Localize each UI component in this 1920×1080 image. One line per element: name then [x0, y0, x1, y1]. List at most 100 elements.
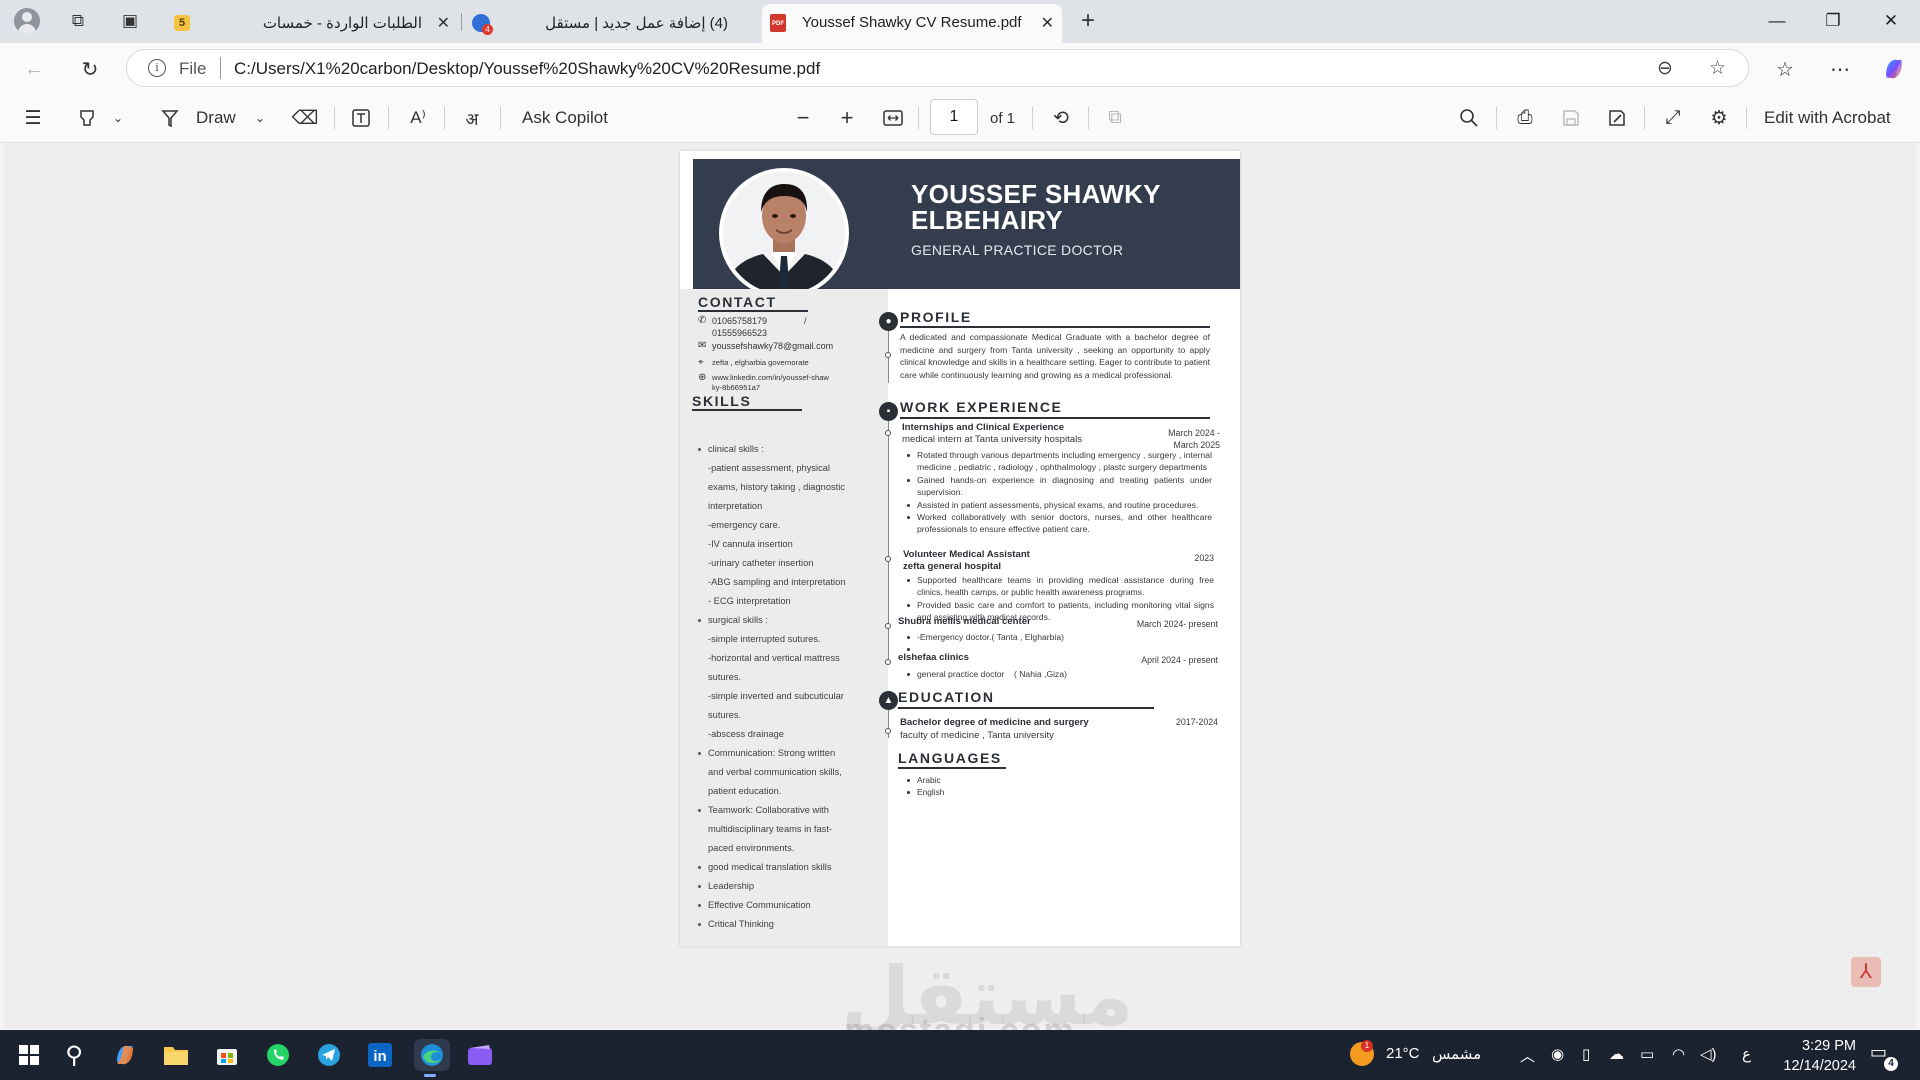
save-as-icon[interactable] [1604, 105, 1630, 131]
fullscreen-icon[interactable]: ⤢ [1660, 105, 1686, 131]
url-text[interactable]: C:/Users/X1%20carbon/Desktop/Youssef%20S… [234, 59, 820, 79]
read-aloud-icon[interactable]: A⁾ [404, 105, 432, 131]
email-icon: ✉ [698, 340, 707, 351]
show-hidden-icons-chevron-icon[interactable]: ︿ [1520, 1045, 1535, 1066]
contact-heading: CONTACT [698, 294, 777, 310]
onedrive-cloud-icon[interactable]: ☁ [1609, 1045, 1624, 1063]
text-box-icon[interactable] [348, 105, 374, 131]
device-icon[interactable]: ▯ [1582, 1045, 1590, 1063]
save-icon[interactable] [1558, 105, 1584, 131]
skill-item: paced environments. [708, 843, 795, 853]
more-menu-icon[interactable]: ⋯ [1826, 55, 1854, 83]
education-degree: Bachelor degree of medicine and surgery [900, 717, 1089, 728]
job-bullet: Gained hands-on experience in diagnosing… [902, 474, 1212, 499]
briefcase-icon: ▪ [879, 402, 898, 421]
zoom-icon[interactable]: ⊖ [1657, 57, 1673, 80]
wifi-icon[interactable]: ◠ [1672, 1045, 1685, 1063]
search-icon[interactable]: ⚲ [58, 1039, 90, 1071]
weather-temp[interactable]: 21°C [1386, 1045, 1420, 1062]
skill-item: interpretation [708, 501, 763, 511]
tab-mostaql[interactable]: (4) إضافة عمل جديد | مستقل [464, 4, 758, 43]
svg-text:in: in [373, 1048, 386, 1065]
highlight-icon[interactable] [74, 105, 100, 131]
zoom-out-icon[interactable]: − [790, 105, 816, 131]
page-view-icon[interactable]: ⧉ [1102, 105, 1128, 131]
copilot-icon[interactable] [1880, 55, 1908, 83]
job-title: elshefaa clinics [898, 652, 969, 663]
heading-underline [900, 326, 1210, 328]
page-count-label: of 1 [990, 109, 1016, 127]
close-tab-icon[interactable]: ✕ [437, 13, 450, 33]
draw-dropdown-icon[interactable]: ⌄ [252, 105, 268, 131]
skills-list: clinical skills : -patient assessment, ph… [694, 440, 874, 934]
minimize-icon[interactable]: — [1762, 8, 1792, 34]
back-arrow-icon[interactable]: ← [20, 55, 48, 83]
close-tab-icon[interactable]: ✕ [1041, 13, 1054, 33]
search-icon[interactable] [1456, 105, 1482, 131]
rotate-icon[interactable]: ⟲ [1048, 105, 1074, 131]
favorites-icon[interactable]: ☆ [1771, 55, 1799, 83]
fit-width-icon[interactable] [880, 105, 906, 131]
tab-pdf-active[interactable]: PDF Youssef Shawky CV Resume.pdf ✕ [762, 4, 1062, 43]
restore-icon[interactable]: ❐ [1818, 8, 1848, 34]
profile-avatar-icon[interactable] [14, 8, 40, 34]
whatsapp-icon[interactable] [262, 1039, 294, 1071]
refresh-icon[interactable]: ↻ [76, 55, 104, 83]
timeline-dot [885, 659, 891, 665]
page-number-input[interactable]: 1 [930, 99, 978, 135]
job-date: 2023 [1194, 553, 1214, 563]
new-tab-icon[interactable]: + [1076, 7, 1100, 34]
address-field[interactable]: i File C:/Users/X1%20carbon/Desktop/Yous… [126, 49, 1749, 87]
edit-with-acrobat-button[interactable]: Edit with Acrobat [1764, 105, 1891, 131]
input-language[interactable]: ع [1742, 1045, 1751, 1063]
battery-icon[interactable]: ▭ [1640, 1045, 1654, 1063]
weather-label[interactable]: مشمس [1432, 1045, 1481, 1063]
eraser-icon[interactable]: ⌫ [292, 105, 319, 131]
location-pin-icon: ⌖ [698, 357, 704, 368]
ask-copilot-button[interactable]: Ask Copilot [522, 105, 608, 131]
draw-icon[interactable] [158, 105, 182, 131]
toolbar-divider [1746, 107, 1747, 129]
pdf-favicon-icon: PDF [770, 14, 786, 32]
job-bullets: general practice doctor ( Nahia ,Giza) [902, 668, 1122, 680]
volume-icon[interactable]: ◁) [1700, 1045, 1717, 1063]
education-date: 2017-2024 [1175, 717, 1218, 727]
zoom-in-icon[interactable]: + [834, 105, 860, 131]
acrobat-icon[interactable]: ⅄ [1851, 957, 1881, 987]
clipchamp-icon[interactable] [464, 1039, 496, 1071]
windows-start-icon[interactable] [13, 1039, 45, 1071]
toolbar-divider [1032, 107, 1033, 129]
education-heading: EDUCATION [898, 689, 995, 705]
close-window-icon[interactable]: ✕ [1876, 8, 1906, 34]
linkedin-icon[interactable]: in [364, 1039, 396, 1071]
profile-photo [719, 168, 849, 298]
languages-list: Arabic English [902, 774, 1022, 799]
contents-list-icon[interactable]: ☰ [20, 105, 46, 131]
translate-icon[interactable]: अ [458, 105, 486, 131]
copilot-app-icon[interactable] [109, 1039, 141, 1071]
job-title: Internships and Clinical Experience [902, 422, 1065, 433]
microsoft-store-icon[interactable] [211, 1039, 243, 1071]
tab-khamsat[interactable]: 5 الطلبات الواردة - خمسات ✕ [160, 4, 458, 43]
profile-heading: PROFILE [900, 309, 972, 325]
toolbar-divider [918, 107, 919, 129]
workspaces-icon[interactable]: ⧉ [66, 9, 90, 33]
telegram-icon[interactable] [313, 1039, 345, 1071]
edge-browser-icon[interactable] [414, 1039, 450, 1077]
tab-actions-icon[interactable]: ▣ [118, 9, 142, 33]
file-explorer-icon[interactable] [160, 1039, 192, 1071]
skill-item: -IV cannula insertion [708, 539, 793, 549]
settings-gear-icon[interactable]: ⚙ [1706, 105, 1732, 131]
pdf-page: YOUSSEF SHAWKY ELBEHAIRY GENERAL PRACTIC… [680, 151, 1240, 946]
draw-button[interactable]: Draw [196, 105, 236, 131]
heading-underline [898, 767, 1006, 769]
clock[interactable]: 3:29 PM 12/14/2024 [1768, 1036, 1856, 1076]
site-info-icon[interactable]: i [148, 59, 166, 77]
favorite-star-icon[interactable]: ☆ [1709, 57, 1726, 80]
cv-header: YOUSSEF SHAWKY ELBEHAIRY GENERAL PRACTIC… [693, 159, 1240, 298]
print-icon[interactable]: ⎙ [1512, 105, 1538, 131]
record-icon[interactable]: ◉ [1551, 1045, 1564, 1063]
heading-underline [900, 417, 1210, 419]
education-school: faculty of medicine , Tanta university [900, 730, 1054, 741]
highlight-dropdown-icon[interactable]: ⌄ [110, 105, 126, 131]
